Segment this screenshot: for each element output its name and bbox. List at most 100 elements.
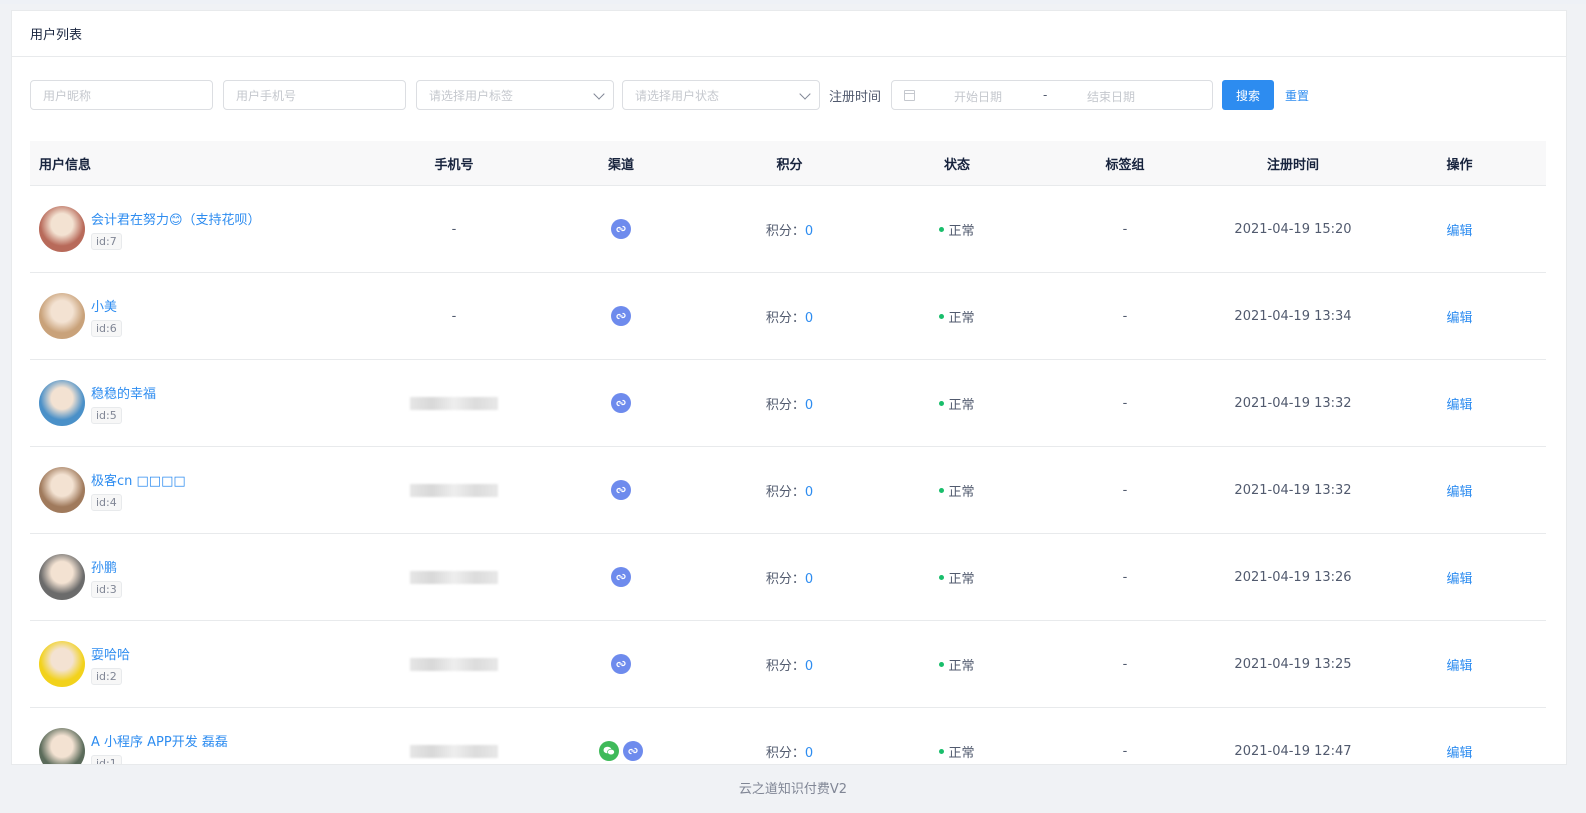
status-select[interactable]: 请选择用户状态 — [622, 80, 820, 110]
range-separator: - — [1043, 88, 1048, 102]
tags-cell: - — [1122, 569, 1128, 585]
avatar[interactable] — [39, 554, 85, 600]
points-value[interactable]: 0 — [805, 224, 813, 239]
table-row: 会计君在努力😊（支持花呗） id:7 - 积分：0 正常 - 2021-04-1… — [30, 186, 1546, 273]
points-cell: 积分：0 — [702, 742, 877, 761]
reg-time-cell: 2021-04-19 13:25 — [1234, 656, 1352, 672]
phone-cell — [368, 657, 540, 672]
points-value[interactable]: 0 — [805, 398, 813, 413]
phone-cell — [368, 570, 540, 585]
user-name-link[interactable]: 稳稳的幸福 — [91, 383, 156, 402]
edit-button[interactable]: 编辑 — [1446, 311, 1472, 326]
col-user-info: 用户信息 — [39, 157, 92, 173]
user-name-link[interactable]: 会计君在努力😊（支持花呗） — [91, 209, 261, 228]
phone-masked — [410, 483, 498, 497]
points-value[interactable]: 0 — [805, 572, 813, 587]
actions-cell: 编辑 — [1373, 568, 1546, 587]
footer-text: 云之道知识付费V2 — [738, 782, 848, 797]
points-cell: 积分：0 — [702, 655, 877, 674]
user-name-link[interactable]: 孙鹏 — [91, 557, 122, 576]
tag-placeholder: 请选择用户标签 — [429, 88, 514, 103]
status-dot-icon — [939, 661, 945, 667]
col-phone: 手机号 — [434, 157, 474, 173]
wechat-icon — [599, 741, 619, 761]
phone-text: - — [451, 221, 457, 237]
avatar[interactable] — [39, 467, 85, 513]
user-info-cell: 极客cn □□□□ id:4 — [30, 467, 368, 513]
edit-button[interactable]: 编辑 — [1446, 746, 1472, 761]
miniprogram-icon — [611, 567, 631, 587]
channel-cell — [540, 654, 702, 674]
points-cell: 积分：0 — [702, 394, 877, 413]
channel-cell — [540, 741, 702, 761]
user-info-cell: 耍哈哈 id:2 — [30, 641, 368, 687]
phone-masked — [410, 396, 498, 410]
chevron-down-icon — [799, 88, 811, 100]
points-cell: 积分：0 — [702, 220, 877, 239]
points-value[interactable]: 0 — [805, 659, 813, 674]
tags-cell: - — [1122, 395, 1128, 411]
miniprogram-icon — [611, 654, 631, 674]
channel-cell — [540, 306, 702, 326]
status-text: 正常 — [948, 658, 975, 674]
edit-button[interactable]: 编辑 — [1446, 224, 1472, 239]
user-id-badge: id:1 — [91, 754, 122, 764]
avatar[interactable] — [39, 728, 85, 764]
channel-cell — [540, 393, 702, 413]
tag-select[interactable]: 请选择用户标签 — [416, 80, 614, 110]
tags-cell: - — [1122, 308, 1128, 324]
user-name-link[interactable]: 极客cn □□□□ — [91, 470, 186, 489]
status-cell: 正常 — [877, 568, 1037, 587]
nickname-input[interactable]: 用户昵称 — [30, 80, 213, 110]
search-button[interactable]: 搜索 — [1222, 80, 1274, 110]
table-body: 会计君在努力😊（支持花呗） id:7 - 积分：0 正常 - 2021-04-1… — [30, 186, 1546, 764]
user-id-badge: id:7 — [91, 232, 122, 250]
actions-cell: 编辑 — [1373, 742, 1546, 761]
actions-cell: 编辑 — [1373, 655, 1546, 674]
table-header: 用户信息 手机号 渠道 积分 状态 标签组 注册时间 操作 — [30, 141, 1546, 186]
user-name-link[interactable]: 耍哈哈 — [91, 644, 130, 663]
phone-cell — [368, 396, 540, 411]
avatar[interactable] — [39, 380, 85, 426]
phone-cell: - — [368, 222, 540, 237]
channel-cell — [540, 480, 702, 500]
edit-button[interactable]: 编辑 — [1446, 485, 1472, 500]
table-row: 耍哈哈 id:2 积分：0 正常 - 2021-04-19 13:25 编辑 — [30, 621, 1546, 708]
phone-cell — [368, 744, 540, 759]
avatar[interactable] — [39, 293, 85, 339]
card-title: 用户列表 — [12, 11, 1566, 57]
top-strip — [0, 0, 1586, 4]
date-range-picker[interactable]: 开始日期 - 结束日期 — [891, 80, 1213, 110]
col-points: 积分 — [776, 157, 803, 173]
user-list-card: 用户列表 用户昵称 用户手机号 请选择用户标签 请选择用户状态 注册时间 开始日… — [11, 10, 1567, 765]
edit-button[interactable]: 编辑 — [1446, 398, 1472, 413]
points-value[interactable]: 0 — [805, 485, 813, 500]
table-row: 小美 id:6 - 积分：0 正常 - 2021-04-19 13:34 编辑 — [30, 273, 1546, 360]
tags-cell: - — [1122, 743, 1128, 759]
user-info-cell: 小美 id:6 — [30, 293, 368, 339]
user-table: 用户信息 手机号 渠道 积分 状态 标签组 注册时间 操作 会计君在努力😊（支持… — [30, 141, 1546, 764]
phone-input[interactable]: 用户手机号 — [223, 80, 406, 110]
avatar[interactable] — [39, 206, 85, 252]
edit-button[interactable]: 编辑 — [1446, 572, 1472, 587]
status-dot-icon — [939, 226, 945, 232]
user-name-link[interactable]: 小美 — [91, 296, 122, 315]
points-value[interactable]: 0 — [805, 311, 813, 326]
table-row: 极客cn □□□□ id:4 积分：0 正常 - 2021-04-19 13:3… — [30, 447, 1546, 534]
avatar[interactable] — [39, 641, 85, 687]
status-cell: 正常 — [877, 481, 1037, 500]
col-status: 状态 — [943, 157, 970, 173]
tags-cell: - — [1122, 656, 1128, 672]
status-cell: 正常 — [877, 220, 1037, 239]
user-name-link[interactable]: A 小程序 APP开发 磊磊 — [91, 731, 228, 750]
user-info-cell: 稳稳的幸福 id:5 — [30, 380, 368, 426]
user-info-cell: 会计君在努力😊（支持花呗） id:7 — [30, 206, 368, 252]
reset-button[interactable]: 重置 — [1285, 87, 1309, 104]
tags-cell: - — [1122, 221, 1128, 237]
points-value[interactable]: 0 — [805, 746, 813, 761]
col-reg-time: 注册时间 — [1266, 157, 1319, 173]
table-row: A 小程序 APP开发 磊磊 id:1 积分：0 正常 - 2021-04-19… — [30, 708, 1546, 764]
edit-button[interactable]: 编辑 — [1446, 659, 1472, 674]
user-id-badge: id:3 — [91, 580, 122, 598]
reg-time-cell: 2021-04-19 13:34 — [1234, 308, 1352, 324]
